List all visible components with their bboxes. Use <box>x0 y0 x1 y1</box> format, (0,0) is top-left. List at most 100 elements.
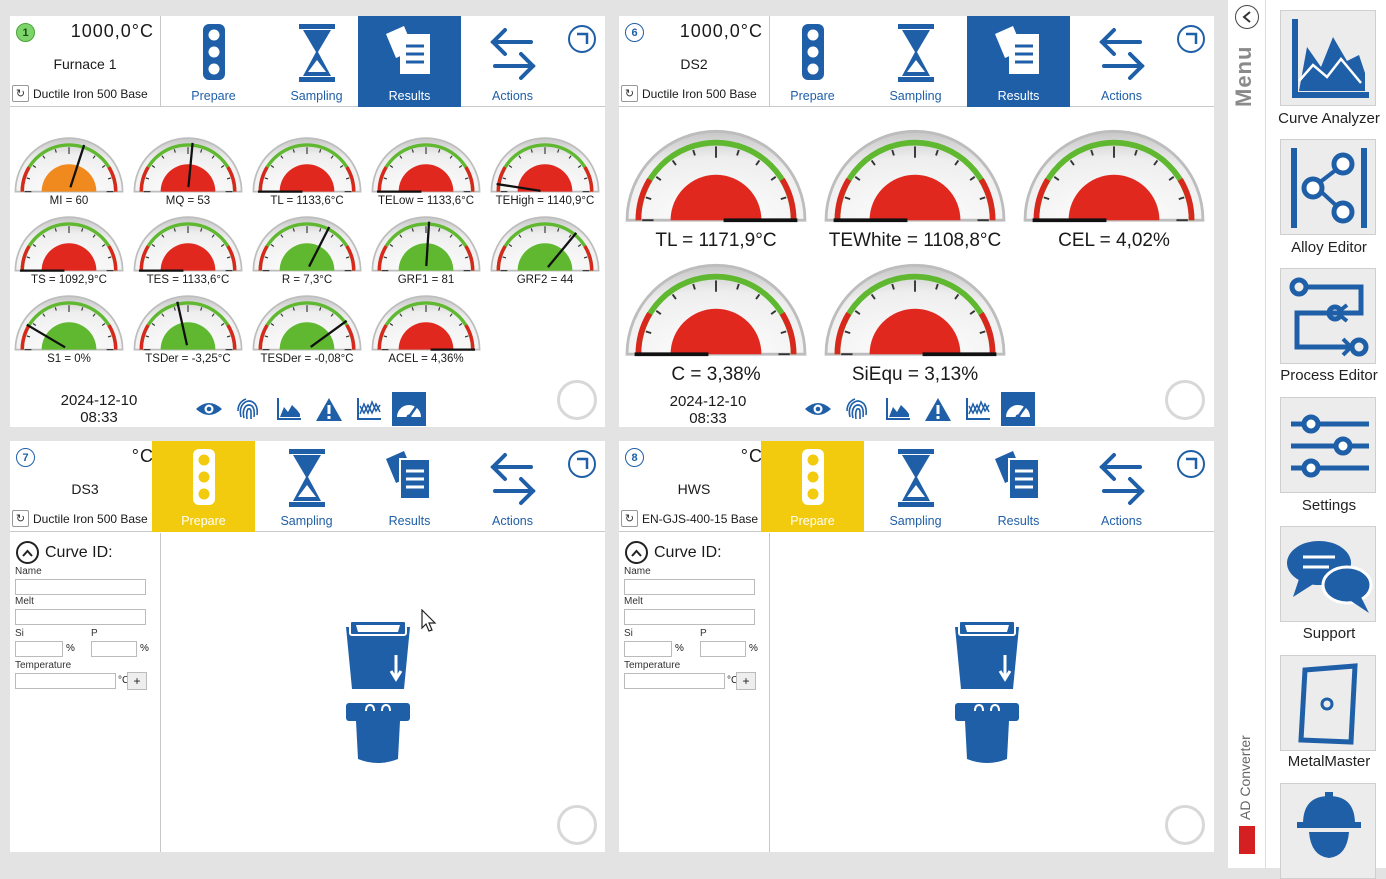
menu-settings[interactable] <box>1280 397 1376 493</box>
warning-icon[interactable] <box>921 392 955 426</box>
result-gauge[interactable]: TEWhite = 1108,8°C <box>820 118 1010 251</box>
curve-id-header[interactable]: Curve ID: <box>16 541 113 564</box>
tab-sampling[interactable]: Sampling <box>255 441 358 532</box>
menu-operator[interactable] <box>1280 783 1376 879</box>
expand-corner-icon[interactable] <box>567 24 597 54</box>
name-field[interactable] <box>15 579 146 595</box>
tab-sampling[interactable]: Sampling <box>265 16 368 107</box>
p-field[interactable] <box>700 641 746 657</box>
refresh-icon[interactable]: ↻ <box>621 510 638 527</box>
collapse-menu-button[interactable] <box>1235 5 1259 29</box>
result-gauge[interactable]: GRF2 = 44 <box>488 209 602 286</box>
p-field[interactable] <box>91 641 137 657</box>
curves-icon[interactable] <box>352 392 386 426</box>
tab-prepare[interactable]: Prepare <box>162 16 265 107</box>
expand-corner-icon[interactable] <box>1176 449 1206 479</box>
tab-sampling[interactable]: Sampling <box>864 16 967 107</box>
result-gauge[interactable]: S1 = 0% <box>12 288 126 365</box>
gauge-dial <box>1023 129 1205 223</box>
menu-metalmaster[interactable] <box>1280 655 1376 751</box>
refresh-icon[interactable]: ↻ <box>12 510 29 527</box>
panel-info[interactable]: 6 1000,0°C DS2 ↻ Ductile Iron 500 Base <box>619 16 770 107</box>
panel-info[interactable]: 1 1000,0°C Furnace 1 ↻ Ductile Iron 500 B… <box>10 16 161 107</box>
gauge-label: MQ = 53 <box>165 195 211 207</box>
tab-actions[interactable]: Actions <box>1070 441 1173 532</box>
temperature-field[interactable] <box>624 673 725 689</box>
result-gauge[interactable]: TL = 1171,9°C <box>621 118 811 251</box>
si-field[interactable] <box>15 641 63 657</box>
gauge-icon[interactable] <box>392 392 426 426</box>
eye-icon[interactable] <box>801 392 835 426</box>
result-gauge[interactable]: MI = 60 <box>12 130 126 207</box>
warning-icon[interactable] <box>312 392 346 426</box>
gauge-icon[interactable] <box>1001 392 1035 426</box>
fingerprint-icon[interactable] <box>841 392 875 426</box>
ad-converter-label: AD Converter <box>1237 735 1253 820</box>
tab-results[interactable]: Results <box>358 16 461 107</box>
tab-prepare[interactable]: Prepare <box>152 441 255 532</box>
fingerprint-icon[interactable] <box>232 392 266 426</box>
curve-id-header[interactable]: Curve ID: <box>625 541 722 564</box>
tab-results[interactable]: Results <box>358 441 461 532</box>
result-gauge[interactable]: TES = 1133,6°C <box>131 209 245 286</box>
eye-icon[interactable] <box>192 392 226 426</box>
tab-results[interactable]: Results <box>967 441 1070 532</box>
result-gauge[interactable]: TSDer = -3,25°C <box>131 288 245 365</box>
panel-info[interactable]: 7 °C DS3 ↻ Ductile Iron 500 Base <box>10 441 161 532</box>
status-circle[interactable] <box>1165 805 1205 845</box>
refresh-icon[interactable]: ↻ <box>12 85 29 102</box>
si-percent: % <box>66 643 75 654</box>
result-gauge[interactable]: MQ = 53 <box>131 130 245 207</box>
result-gauge[interactable]: TELow = 1133,6°C <box>369 130 483 207</box>
alloy-row: ↻ Ductile Iron 500 Base <box>12 84 160 103</box>
tab-prepare[interactable]: Prepare <box>761 441 864 532</box>
chart-icon[interactable] <box>272 392 306 426</box>
tab-label: Actions <box>492 89 533 103</box>
curves-icon[interactable] <box>961 392 995 426</box>
tab-sampling[interactable]: Sampling <box>864 441 967 532</box>
result-gauge[interactable]: TESDer = -0,08°C <box>250 288 364 365</box>
result-gauge[interactable]: GRF1 = 81 <box>369 209 483 286</box>
tab-actions[interactable]: Actions <box>461 16 564 107</box>
add-temperature-button[interactable]: + <box>736 672 756 690</box>
gauge-label: CEL = 4,02% <box>1058 230 1170 251</box>
chevron-up-icon[interactable] <box>625 541 648 564</box>
expand-corner-icon[interactable] <box>1176 24 1206 54</box>
tab-actions[interactable]: Actions <box>461 441 564 532</box>
si-percent: % <box>675 643 684 654</box>
tab-actions[interactable]: Actions <box>1070 16 1173 107</box>
name-field[interactable] <box>624 579 755 595</box>
menu-process-editor[interactable] <box>1280 268 1376 364</box>
status-circle[interactable] <box>557 380 597 420</box>
gauge-dial <box>14 137 124 193</box>
gauge-dial <box>252 137 362 193</box>
si-field[interactable] <box>624 641 672 657</box>
tab-prepare[interactable]: Prepare <box>761 16 864 107</box>
melt-field[interactable] <box>624 609 755 625</box>
result-gauge[interactable]: C = 3,38% <box>621 252 811 385</box>
gauge-dial <box>371 216 481 272</box>
menu-support[interactable] <box>1280 526 1376 622</box>
refresh-icon[interactable]: ↻ <box>621 85 638 102</box>
status-circle[interactable] <box>1165 380 1205 420</box>
gauge-label: TEHigh = 1140,9°C <box>495 195 595 207</box>
result-gauge[interactable]: CEL = 4,02% <box>1019 118 1209 251</box>
tab-results[interactable]: Results <box>967 16 1070 107</box>
chevron-up-icon[interactable] <box>16 541 39 564</box>
status-circle[interactable] <box>557 805 597 845</box>
chart-icon[interactable] <box>881 392 915 426</box>
result-gauge[interactable]: SiEqu = 3,13% <box>820 252 1010 385</box>
result-gauge[interactable]: R = 7,3°C <box>250 209 364 286</box>
melt-field[interactable] <box>15 609 146 625</box>
p-label: P <box>91 628 98 639</box>
expand-corner-icon[interactable] <box>567 449 597 479</box>
result-gauge[interactable]: ACEL = 4,36% <box>369 288 483 365</box>
menu-curve-analyzer[interactable] <box>1280 10 1376 106</box>
result-gauge[interactable]: TS = 1092,9°C <box>12 209 126 286</box>
menu-alloy-editor[interactable] <box>1280 139 1376 235</box>
result-gauge[interactable]: TEHigh = 1140,9°C <box>488 130 602 207</box>
panel-info[interactable]: 8 °C HWS ↻ EN-GJS-400-15 Base <box>619 441 770 532</box>
temperature-field[interactable] <box>15 673 116 689</box>
result-gauge[interactable]: TL = 1133,6°C <box>250 130 364 207</box>
add-temperature-button[interactable]: + <box>127 672 147 690</box>
